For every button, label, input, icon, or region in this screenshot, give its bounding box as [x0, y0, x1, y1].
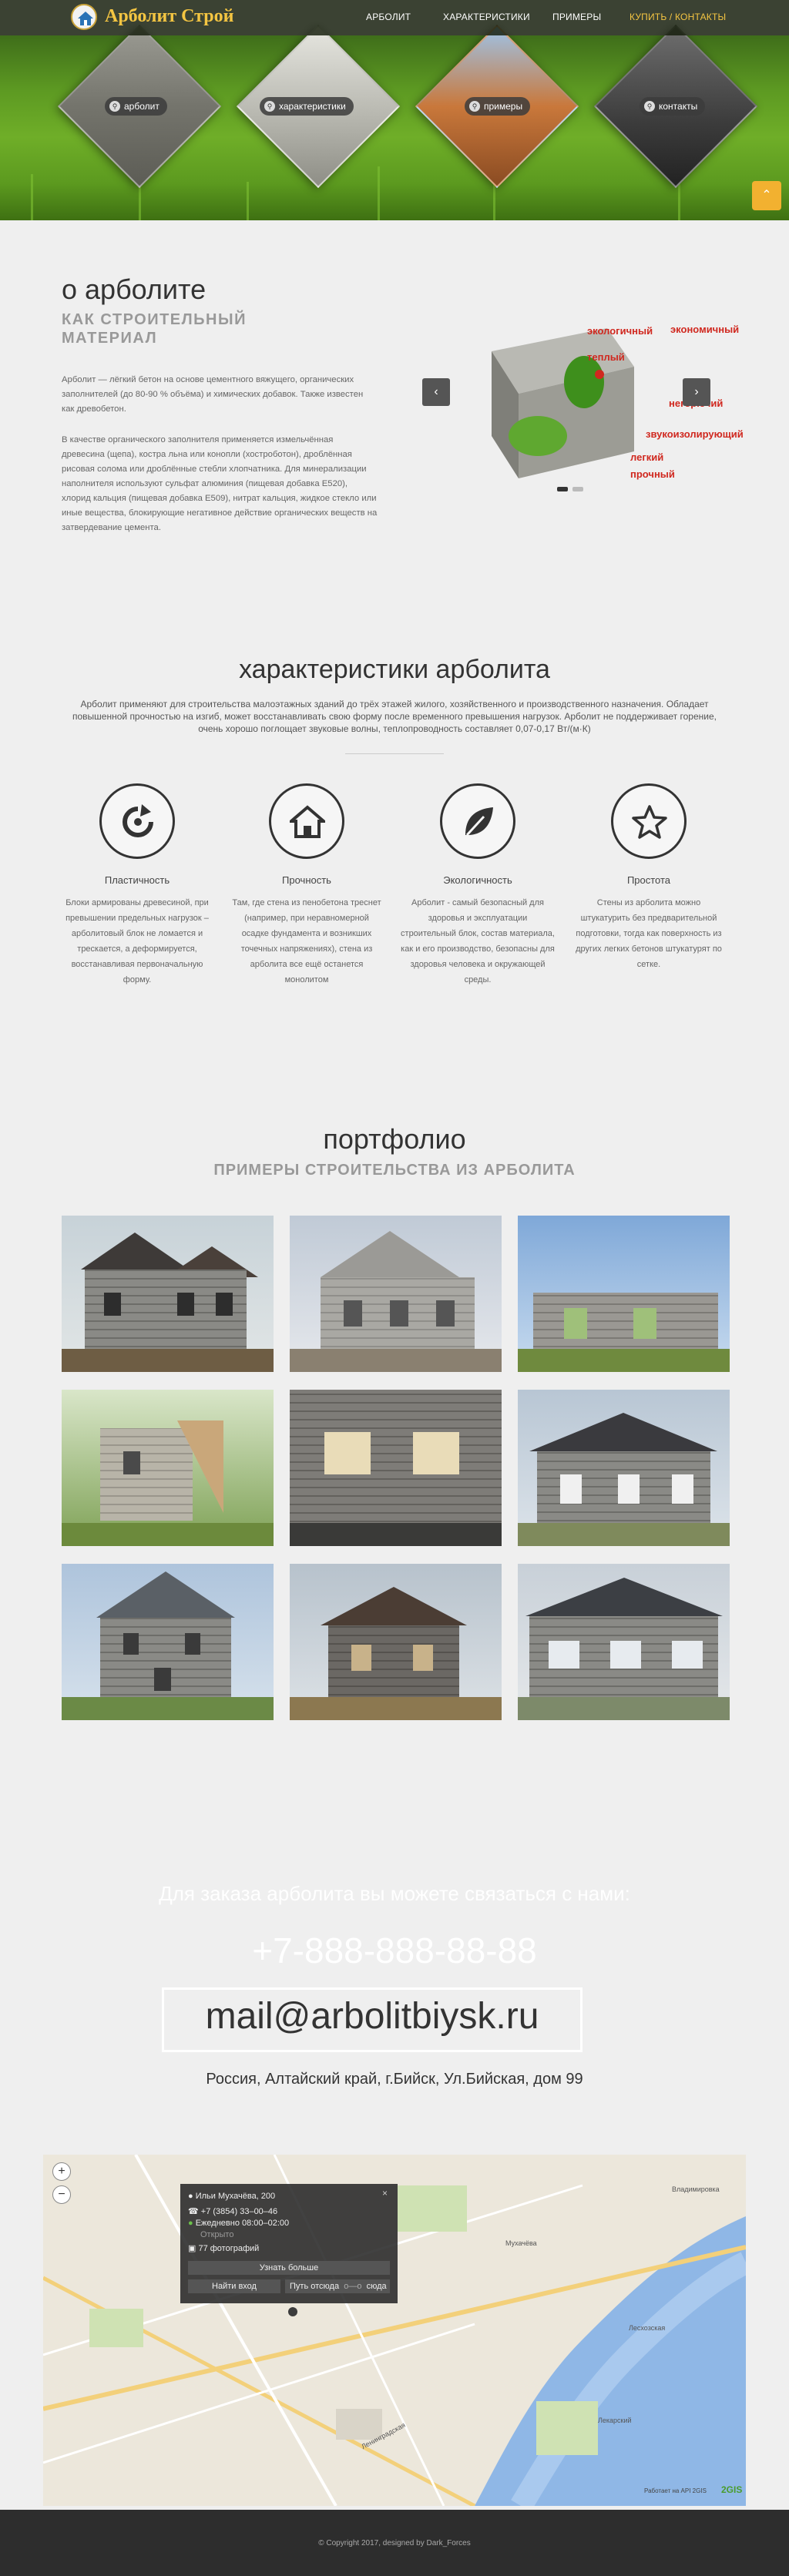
popup-hours: ● Ежедневно 08:00–02:00	[188, 2219, 290, 2228]
street-label: Владимировка	[672, 2185, 720, 2193]
feature-title-ecology: Экологичность	[443, 874, 512, 886]
nav-item-arbolit[interactable]: АРБОЛИТ	[366, 12, 411, 22]
street-label: Лекарский	[598, 2417, 632, 2424]
feature-text-plasticity: Блоки армированы древесиной, при превыше…	[65, 898, 209, 984]
feature-title-plasticity: Пластичность	[104, 874, 170, 886]
chevron-left-icon[interactable]: ‹	[422, 378, 450, 406]
feature-text-simplicity: Стены из арболита можно штукатурить без …	[576, 898, 722, 969]
feature-title-simplicity: Простота	[626, 874, 671, 886]
divider	[345, 753, 444, 754]
portfolio-photo[interactable]	[518, 1390, 730, 1546]
characteristics-description: Арболит применяют для строительства мало…	[72, 699, 717, 734]
slider-tag-light: легкий	[630, 451, 664, 463]
search-icon: ⚲	[264, 101, 275, 112]
nav-item-examples[interactable]: ПРИМЕРЫ	[552, 12, 601, 22]
contact-lead: Для заказа арболита вы можете связаться …	[159, 1882, 630, 1905]
hero-pill-arbolit[interactable]: ⚲ арболит	[105, 97, 167, 116]
portfolio-photo[interactable]	[290, 1564, 502, 1720]
street-label: Лесхозская	[629, 2324, 666, 2332]
map-attribution: Работает на API 2GIS	[644, 2487, 707, 2494]
search-icon: ⚲	[644, 101, 655, 112]
slider-tag-warm: теплый	[587, 351, 625, 363]
footer-copyright: © Copyright 2017, designed by Dark_Force…	[318, 2539, 471, 2547]
characteristics-title: характеристики арболита	[239, 655, 550, 684]
leaf-icon	[465, 807, 493, 837]
nav-item-buy-contacts[interactable]: КУПИТЬ / КОНТАКТЫ	[630, 12, 726, 22]
house-logo-icon[interactable]	[71, 4, 97, 30]
contact-address: Россия, Алтайский край, г.Бийск, Ул.Бийс…	[206, 2071, 583, 2088]
hero-pill-examples[interactable]: ⚲ примеры	[465, 97, 531, 116]
feature-circle-ecology	[440, 783, 515, 859]
refresh-icon	[123, 804, 153, 837]
search-icon: ⚲	[109, 101, 120, 112]
map-zoom-out-button[interactable]: −	[52, 2185, 71, 2204]
popup-status: Открыто	[200, 2230, 234, 2239]
popup-more-button[interactable]: Узнать больше	[188, 2261, 390, 2275]
popup-entrance-button[interactable]: Найти вход	[188, 2279, 280, 2293]
about-paragraph-1: Арболит — лёгкий бетон на основе цементн…	[62, 375, 364, 414]
slider-dot[interactable]	[572, 487, 583, 491]
popup-phone[interactable]: ☎ +7 (3854) 33–00–46	[188, 2206, 277, 2216]
slider-tag-strong: прочный	[630, 468, 675, 480]
2gis-logo[interactable]: 2GIS	[721, 2484, 742, 2495]
feature-title-strength: Прочность	[282, 874, 331, 886]
contact-phone[interactable]: +7-888-888-88-88	[0, 1930, 789, 1971]
arbolit-block-image	[492, 328, 634, 478]
about-image-slider: экологичный экономичный теплый негорючий…	[422, 290, 744, 498]
portfolio-photo[interactable]	[62, 1390, 274, 1546]
map-widget[interactable]: Владимировка Мухачёва Лесхозская Лекарск…	[43, 2155, 746, 2506]
popup-route-button[interactable]: Путь отсюда о—о сюда	[285, 2279, 390, 2293]
portfolio-photo[interactable]	[290, 1390, 502, 1546]
slider-tag-soundproof: звукоизолирующий	[646, 428, 744, 440]
map-popup: × ● Ильи Мухачёва, 200 ☎ +7 (3854) 33–00…	[180, 2184, 398, 2303]
brand-name[interactable]: Арболит Строй	[105, 6, 233, 27]
portfolio-photo[interactable]	[290, 1216, 502, 1372]
feature-circle-plasticity	[99, 783, 175, 859]
street-label: Мухачёва	[505, 2239, 537, 2247]
portfolio-photo[interactable]	[62, 1216, 274, 1372]
slider-tag-eco: экологичный	[587, 325, 653, 337]
feature-circle-strength	[269, 783, 344, 859]
feature-text-strength: Там, где стена из пенобетона треснет (на…	[232, 898, 381, 984]
hero-pill-contacts[interactable]: ⚲ контакты	[640, 97, 706, 116]
search-icon: ⚲	[469, 101, 480, 112]
feature-text-ecology: Арболит - самый безопасный для здоровья …	[401, 898, 555, 984]
portfolio-photo[interactable]	[518, 1564, 730, 1720]
home-icon	[290, 805, 325, 838]
nav-item-characteristics[interactable]: ХАРАКТЕРИСТИКИ	[443, 12, 530, 22]
map-zoom-in-button[interactable]: +	[52, 2162, 71, 2181]
close-icon[interactable]: ×	[382, 2188, 388, 2199]
contact-email[interactable]: mail@arbolitbiysk.ru	[162, 1995, 583, 2038]
portfolio-photo[interactable]	[62, 1564, 274, 1720]
chevron-up-icon[interactable]: ⌃	[752, 181, 781, 210]
slider-tag-economical: экономичный	[670, 324, 740, 335]
star-icon	[632, 805, 667, 839]
chevron-right-icon[interactable]: ›	[683, 378, 710, 406]
feature-circle-simplicity	[611, 783, 687, 859]
slider-dot-active[interactable]	[557, 487, 568, 491]
portfolio-photo[interactable]	[518, 1216, 730, 1372]
popup-photos[interactable]: ▣ 77 фотографий	[188, 2243, 259, 2253]
portfolio-title: портфолио	[323, 1123, 466, 1155]
about-paragraph-2: В качестве органического заполнителя при…	[62, 435, 378, 532]
about-subtitle: КАК СТРОИТЕЛЬНЫЙ МАТЕРИАЛ	[62, 311, 247, 347]
portfolio-subtitle: ПРИМЕРЫ СТРОИТЕЛЬСТВА ИЗ АРБОЛИТА	[213, 1162, 576, 1179]
about-title: о арболите	[62, 273, 206, 305]
hero-pill-characteristics[interactable]: ⚲ характеристики	[260, 97, 354, 116]
top-navbar: Арболит Строй АРБОЛИТ ХАРАКТЕРИСТИКИ ПРИ…	[0, 0, 789, 35]
popup-address: ● Ильи Мухачёва, 200	[188, 2192, 276, 2201]
